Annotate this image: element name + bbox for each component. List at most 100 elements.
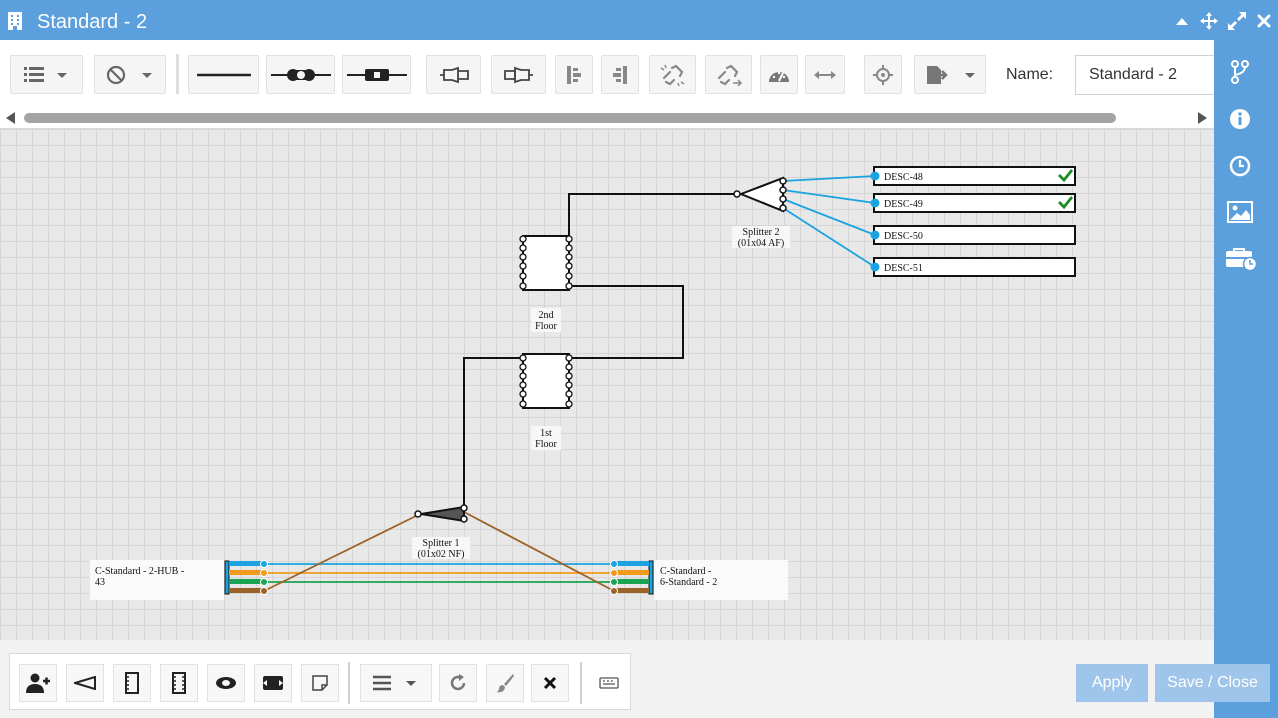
unlink-button[interactable] (649, 55, 696, 94)
output-label: DESC-49 (884, 199, 923, 210)
dashboard-button[interactable] (760, 55, 798, 94)
export-icon (927, 65, 975, 84)
fiber-floor1-to-splitter1[interactable] (463, 357, 522, 506)
cable-right-end[interactable] (610, 560, 654, 595)
close-icon (1257, 14, 1271, 28)
bottom-separator (348, 662, 350, 704)
connector-button[interactable] (342, 55, 411, 94)
output-desc-48[interactable]: DESC-48 (870, 166, 1076, 186)
collapse-button[interactable] (1172, 11, 1192, 31)
cable-left-end[interactable] (224, 560, 268, 595)
window-title: Standard - 2 (37, 11, 148, 33)
maximize-button[interactable] (1227, 11, 1247, 31)
eye-closure-icon (216, 677, 236, 689)
note-icon (312, 675, 328, 691)
info-icon (1230, 109, 1250, 129)
history-button[interactable] (1226, 152, 1254, 180)
fiber-splitter1-right[interactable] (463, 511, 615, 592)
tree-right-icon (613, 65, 627, 84)
add-connector-button[interactable] (254, 664, 292, 702)
save-close-button[interactable]: Save / Close (1155, 664, 1270, 702)
fiber-floor2-to-floor1[interactable] (569, 285, 684, 359)
patch-panel-2nd-floor[interactable] (519, 235, 573, 291)
refresh-icon (450, 674, 466, 691)
connector-left-icon (439, 66, 469, 83)
resize-horizontal-button[interactable] (805, 55, 845, 94)
image-button[interactable] (1226, 198, 1254, 226)
gauge-icon (769, 71, 789, 82)
draw-line-button[interactable] (188, 55, 259, 94)
delete-button[interactable] (531, 664, 569, 702)
list-menu-button[interactable] (10, 55, 83, 94)
add-note-button[interactable] (301, 664, 339, 702)
keyboard-button[interactable] (590, 664, 628, 702)
branch-button[interactable] (1226, 58, 1254, 86)
unlink-all-button[interactable] (705, 55, 752, 94)
briefcase-clock-icon (1226, 248, 1257, 271)
export-menu-button[interactable] (914, 55, 986, 94)
name-label: Name: (1006, 66, 1054, 83)
bottom-separator-2 (580, 662, 582, 704)
fiber-out-desc-48[interactable] (782, 175, 876, 182)
splitter-2-name: Splitter 2 (743, 227, 780, 238)
keyboard-icon (599, 677, 619, 689)
unlink-arrows-icon (717, 64, 742, 86)
scroll-left-icon[interactable] (6, 112, 15, 124)
add-double-panel-button[interactable] (160, 664, 198, 702)
bottom-bar (0, 640, 1214, 718)
close-button[interactable] (1254, 11, 1274, 31)
splitter-2[interactable] (733, 176, 787, 213)
splice-closure-button[interactable] (266, 55, 335, 94)
add-splitter-button[interactable] (66, 664, 104, 702)
x-icon (543, 676, 557, 690)
cancel-menu-button[interactable] (94, 55, 166, 94)
output-desc-49[interactable]: DESC-49 (870, 193, 1076, 213)
name-input[interactable] (1075, 55, 1225, 95)
toolbar-separator (176, 54, 179, 94)
splitter-1[interactable] (414, 504, 468, 523)
title-bar: Standard - 2 (0, 0, 1278, 40)
output-desc-50[interactable]: DESC-50 (870, 225, 1076, 245)
apply-button[interactable]: Apply (1076, 664, 1148, 702)
center-view-button[interactable] (864, 55, 902, 94)
output-desc-51[interactable]: DESC-51 (870, 257, 1076, 277)
splitter-1-ratio: (01x02 NF) (418, 549, 465, 560)
scroll-right-icon[interactable] (1198, 112, 1207, 124)
toolbox-schedule-button[interactable] (1224, 245, 1258, 273)
splitter-2-ratio: (01x04 AF) (738, 238, 784, 249)
menu-lines-icon (373, 675, 416, 691)
fiber-splitter1-left[interactable] (263, 513, 421, 592)
horizontal-arrows-icon (814, 70, 836, 79)
splitter-1-name: Splitter 1 (423, 538, 460, 549)
cable-right-label-line2: 6-Standard - 2 (660, 577, 717, 588)
refresh-button[interactable] (439, 664, 477, 702)
connector-left-button[interactable] (426, 55, 481, 94)
add-closure-button[interactable] (207, 664, 245, 702)
move-button[interactable] (1199, 11, 1219, 31)
align-tree-left-button[interactable] (555, 55, 593, 94)
paint-button[interactable] (486, 664, 524, 702)
splitter-icon (74, 676, 96, 690)
align-tree-right-button[interactable] (601, 55, 639, 94)
floor-1-label-line2: Floor (535, 439, 557, 450)
cable-left-label-line1: C-Standard - 2-HUB - (95, 566, 184, 577)
add-panel-button[interactable] (113, 664, 151, 702)
diagram-canvas[interactable]: Splitter 2 (01x04 AF) DESC-48 DESC-49 DE… (0, 128, 1214, 640)
caret-up-icon (1176, 18, 1188, 25)
image-icon (1227, 201, 1253, 223)
add-user-button[interactable] (19, 664, 57, 702)
info-button[interactable] (1226, 105, 1254, 133)
output-label: DESC-51 (884, 263, 923, 274)
fiber-splitter2-to-floor2[interactable] (568, 193, 737, 239)
branch-icon (1231, 60, 1249, 84)
horizontal-scrollbar[interactable] (0, 110, 1214, 126)
floor-1-label-line1: 1st (540, 428, 552, 439)
connector-box-icon (263, 676, 283, 690)
layers-menu-button[interactable] (360, 664, 432, 702)
scrollbar-thumb[interactable] (24, 113, 1116, 123)
connector-icon (346, 68, 407, 81)
patch-panel-1st-floor[interactable] (519, 353, 573, 409)
ban-icon (107, 65, 152, 84)
connector-right-button[interactable] (491, 55, 546, 94)
fiber-out-desc-49[interactable] (782, 189, 876, 204)
